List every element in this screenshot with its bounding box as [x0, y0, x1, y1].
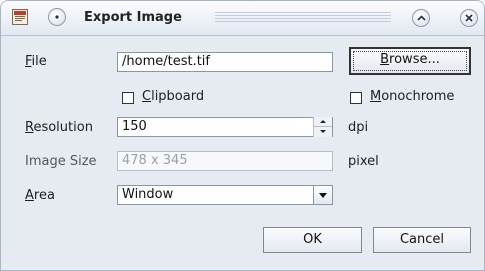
monochrome-label[interactable]: Monochrome [370, 89, 454, 104]
spin-up-arrow [320, 120, 326, 123]
area-label-mnemonic: A [25, 188, 34, 203]
clipboard-label-rest: lipboard [151, 89, 205, 104]
resolution-label: Resolution [25, 120, 93, 135]
file-path-input[interactable]: /home/test.tif [117, 52, 333, 72]
browse-button-focus-ring [353, 51, 467, 71]
clipboard-label-mnemonic: C [142, 89, 152, 104]
cancel-button[interactable]: Cancel [373, 227, 471, 253]
close-icon[interactable] [460, 9, 478, 27]
file-label-rest: ile [31, 54, 47, 69]
spin-up-icon[interactable] [314, 117, 332, 127]
resolution-unit: dpi [348, 120, 369, 135]
resolution-input[interactable]: 150 [117, 117, 333, 137]
monochrome-label-rest: onochrome [381, 89, 455, 104]
window-title: Export Image [84, 10, 182, 25]
chevron-down-icon[interactable] [313, 186, 332, 204]
area-label-rest: rea [33, 188, 55, 203]
title-bar-grip [215, 12, 391, 24]
file-label: File [25, 54, 47, 69]
browse-button[interactable]: Browse... [349, 47, 471, 75]
clipboard-checkbox[interactable] [122, 92, 134, 104]
clipboard-label[interactable]: Clipboard [142, 89, 204, 104]
image-size-unit: pixel [348, 154, 379, 169]
spin-down-arrow [320, 130, 326, 133]
image-document-icon[interactable] [12, 9, 28, 25]
ok-button[interactable]: OK [263, 227, 362, 253]
spin-down-icon[interactable] [314, 127, 332, 136]
area-label: Area [25, 188, 55, 203]
area-select[interactable]: Window [117, 185, 333, 205]
window-menu-icon[interactable] [48, 8, 66, 26]
resolution-label-rest: esolution [33, 120, 93, 135]
export-image-dialog: Export Image File /home/test.tif Browse.… [0, 0, 485, 271]
image-size-field: 478 x 345 [117, 151, 333, 171]
monochrome-checkbox[interactable] [350, 92, 362, 104]
resolution-spinner [313, 117, 332, 137]
monochrome-label-mnemonic: M [370, 89, 382, 104]
title-bar[interactable]: Export Image [1, 1, 484, 36]
shade-up-icon[interactable] [412, 9, 430, 27]
image-size-label: Image Size [25, 154, 97, 169]
dropdown-arrow [319, 192, 327, 198]
